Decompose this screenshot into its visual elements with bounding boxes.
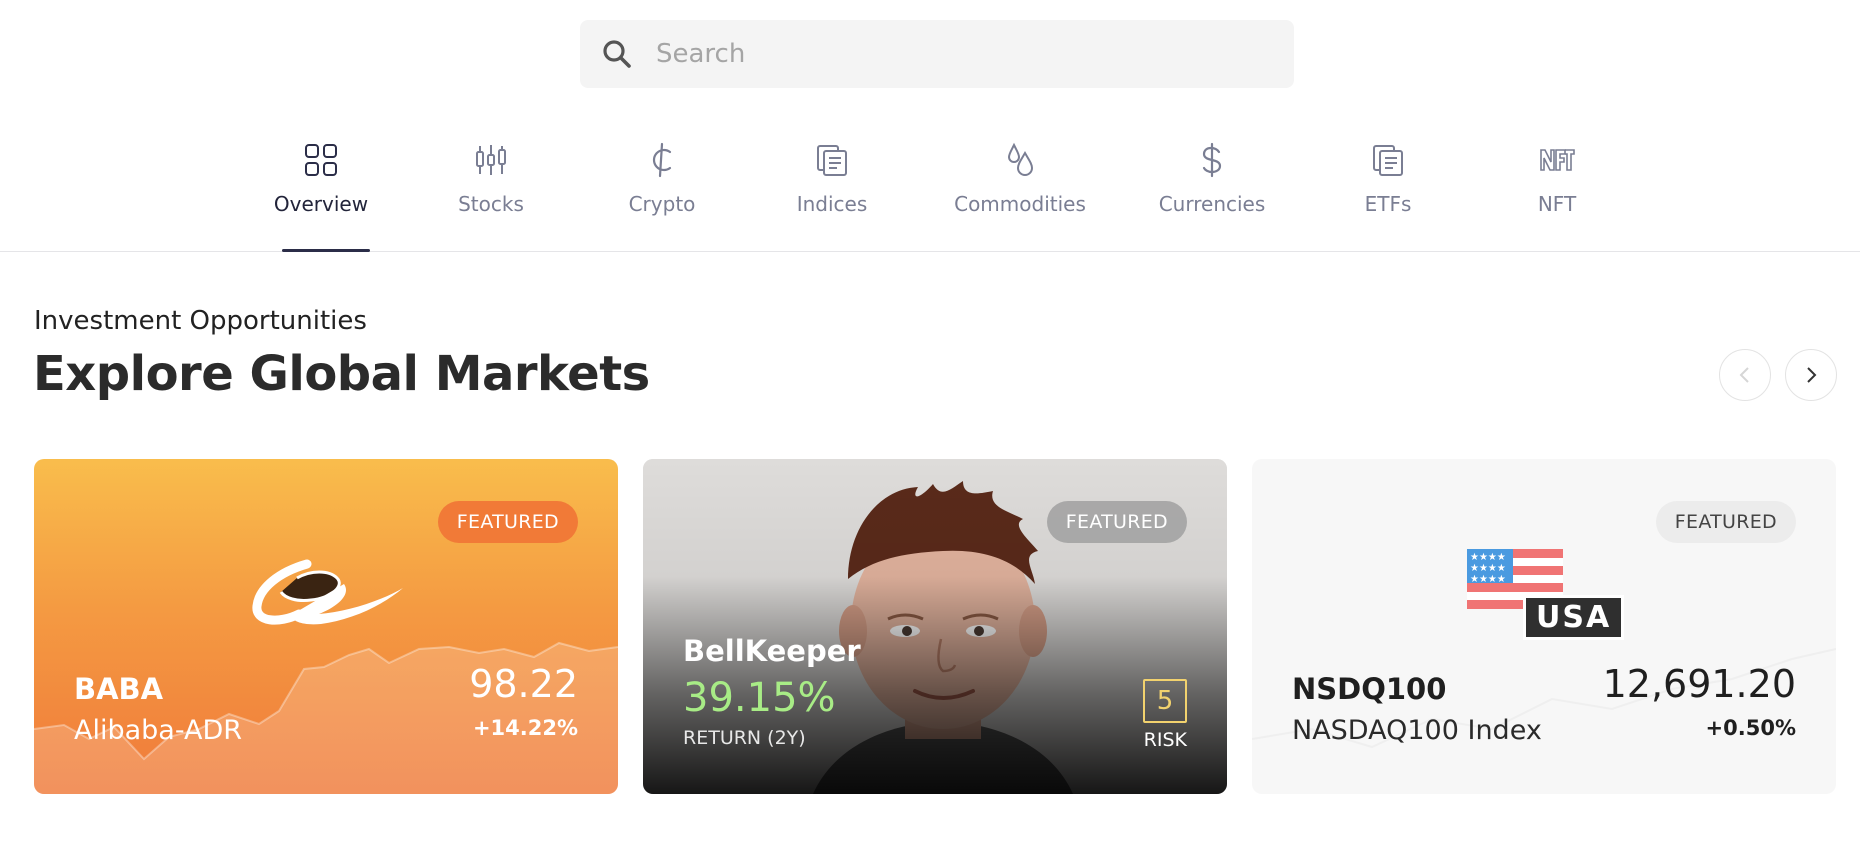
category-tabs: Overview Stocks Crypto Indices Commoditi…: [0, 126, 1860, 252]
card-price: 12,691.20: [1602, 662, 1796, 706]
search-bar[interactable]: [580, 20, 1294, 88]
trader-return: 39.15%: [683, 675, 836, 721]
market-card-bellkeeper[interactable]: FEATURED BellKeeper 39.15% RETURN (2Y) 5…: [643, 459, 1227, 794]
tab-label: ETFs: [1364, 192, 1412, 216]
search-icon: [603, 40, 631, 68]
carousel-next-button[interactable]: [1785, 349, 1837, 401]
search-input[interactable]: [656, 39, 1256, 69]
tab-nft[interactable]: NFT: [1477, 126, 1637, 252]
tab-currencies[interactable]: Currencies: [1132, 126, 1292, 252]
tab-crypto[interactable]: Crypto: [582, 126, 742, 252]
card-instrument-name: NASDAQ100 Index: [1292, 715, 1542, 746]
alibaba-logo: [252, 559, 403, 625]
svg-text:★★★★: ★★★★: [1470, 563, 1506, 574]
tab-label: Indices: [796, 192, 868, 216]
featured-badge: FEATURED: [1046, 501, 1187, 543]
tab-label: NFT: [1537, 192, 1577, 216]
etf-icon: [1373, 145, 1403, 176]
section-eyebrow: Investment Opportunities: [34, 306, 367, 336]
candlestick-icon: [476, 145, 506, 175]
market-card-nsdq100[interactable]: FEATURED ★★★★ ★★★★ ★★★★ USA NSDQ100 NASD…: [1252, 459, 1836, 794]
svg-text:★★★★: ★★★★: [1470, 552, 1506, 563]
dollar-icon: [1202, 142, 1222, 178]
tab-label: Stocks: [458, 192, 524, 216]
return-label: RETURN (2Y): [683, 727, 806, 749]
card-symbol: BABA: [74, 672, 164, 706]
indices-icon: [817, 145, 847, 176]
tab-label: Overview: [273, 192, 369, 216]
market-card-baba[interactable]: FEATURED BABA Alibaba-ADR 98.22 +14.22%: [34, 459, 618, 794]
markets-page: Overview Stocks Crypto: [0, 0, 1860, 848]
chevron-right-icon: [1807, 367, 1817, 383]
tab-label: Currencies: [1158, 192, 1266, 216]
usa-tag: USA: [1526, 598, 1622, 637]
tab-overview[interactable]: Overview: [241, 126, 401, 252]
card-change: +0.50%: [1705, 716, 1796, 740]
tab-label: Crypto: [628, 192, 696, 216]
tab-commodities[interactable]: Commodities: [940, 126, 1100, 252]
tab-etfs[interactable]: ETFs: [1308, 126, 1468, 252]
nft-icon: [1540, 149, 1575, 171]
featured-badge: FEATURED: [1655, 501, 1796, 543]
tab-label: Commodities: [954, 192, 1086, 216]
card-instrument-name: Alibaba-ADR: [74, 715, 243, 746]
chevron-left-icon: [1739, 367, 1749, 383]
page-title: Explore Global Markets: [33, 346, 650, 402]
risk-label: RISK: [1143, 729, 1187, 751]
trader-name: BellKeeper: [683, 634, 861, 668]
active-tab-indicator: [282, 249, 370, 252]
card-symbol: NSDQ100: [1292, 672, 1447, 706]
card-price: 98.22: [469, 662, 578, 706]
drops-icon: [1007, 142, 1034, 176]
grid-icon: [305, 144, 337, 176]
card-change: +14.22%: [472, 716, 578, 740]
sparkline-chart: [34, 641, 618, 794]
carousel-prev-button[interactable]: [1719, 349, 1771, 401]
tab-indices[interactable]: Indices: [752, 126, 912, 252]
tab-stocks[interactable]: Stocks: [411, 126, 571, 252]
crypto-icon: [652, 142, 672, 178]
featured-badge: FEATURED: [437, 501, 578, 543]
svg-text:★★★★: ★★★★: [1470, 574, 1506, 585]
risk-score: 5: [1143, 679, 1187, 723]
